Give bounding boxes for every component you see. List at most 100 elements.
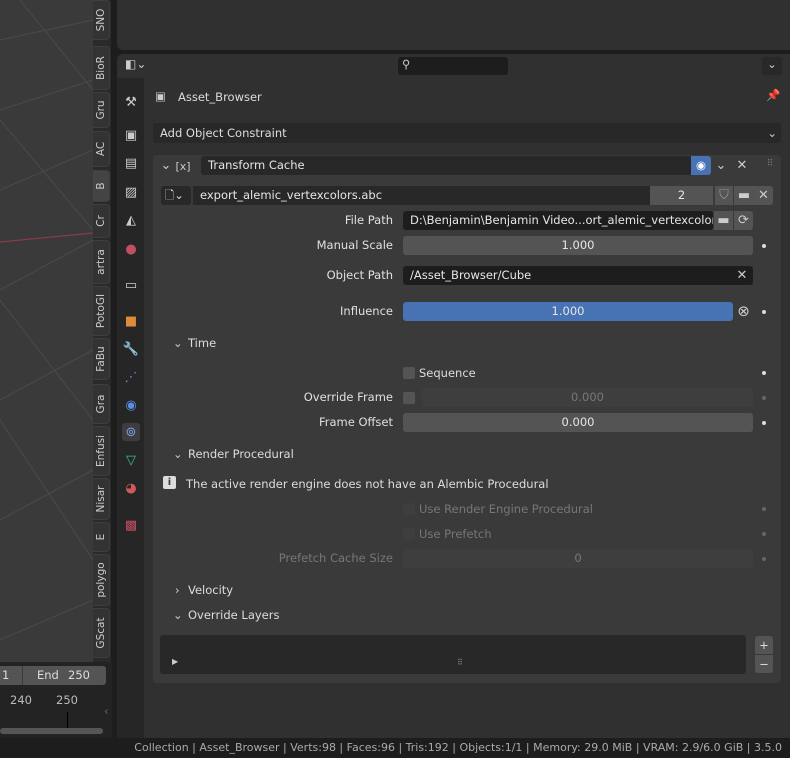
keyframe-dot[interactable] [762, 371, 766, 375]
use-render-procedural-checkbox[interactable] [403, 503, 415, 515]
collection-icon[interactable]: ▭ [122, 276, 140, 294]
add-layer-button[interactable]: + [755, 636, 773, 654]
tab-gru[interactable]: Gru [93, 92, 110, 128]
manual-scale-slider[interactable]: 1.000 [403, 236, 753, 255]
view-layer-icon[interactable]: ▨ [122, 183, 140, 201]
unlink-icon[interactable]: ✕ [754, 186, 773, 205]
clear-object-path-icon[interactable]: ✕ [735, 266, 749, 285]
file-path-input[interactable]: D:\Benjamin\Benjamin Video...ort_alemic_… [403, 211, 713, 230]
timeline-scrollbar[interactable] [0, 728, 103, 734]
frame-range[interactable]: 1 End 250 [0, 666, 106, 685]
modifier-icon[interactable]: 🔧 [122, 340, 140, 358]
object-path-input[interactable]: /Asset_Browser/Cube [403, 266, 753, 285]
tab-sno[interactable]: SNO [93, 0, 110, 40]
3d-viewport[interactable] [0, 0, 93, 662]
scene-icon[interactable]: ◭ [122, 211, 140, 229]
influence-slider[interactable]: 1.000 [403, 302, 733, 321]
tab-e[interactable]: E [93, 522, 110, 552]
chevron-down-icon: ⌄ [767, 126, 777, 140]
keyframe-dot[interactable] [762, 507, 766, 511]
expand-triangle-icon[interactable]: ▶ [172, 657, 178, 666]
keyframe-dot[interactable] [762, 310, 766, 314]
override-frame-checkbox[interactable] [403, 392, 415, 404]
chevron-down-icon: ⌄ [173, 608, 183, 622]
properties-header: ◧⌄ ⚲ ⌄ [117, 54, 790, 78]
delete-constraint-icon[interactable]: ✕ [735, 156, 749, 175]
time-subpanel-header[interactable]: ⌄ Time [153, 332, 781, 354]
override-layers-header[interactable]: ⌄ Override Layers [153, 604, 781, 626]
object-path-label: Object Path [326, 268, 393, 282]
manual-scale-label: Manual Scale [316, 238, 393, 252]
material-icon[interactable]: ◕ [122, 479, 140, 497]
render-procedural-header[interactable]: ⌄ Render Procedural [153, 443, 781, 465]
reload-icon[interactable]: ⟳ [734, 211, 753, 230]
tab-polygo[interactable]: polygo [93, 554, 110, 606]
tab-potogi[interactable]: PotoGI [93, 286, 110, 336]
remove-layer-button[interactable]: − [755, 655, 773, 673]
tab-cr[interactable]: Cr [93, 204, 110, 238]
tick-label: 240 [10, 693, 32, 707]
output-icon[interactable]: ▤ [122, 154, 140, 172]
constraint-icon[interactable]: ⊚ [122, 423, 140, 441]
sequence-checkbox[interactable] [403, 367, 415, 379]
add-constraint-dropdown[interactable]: Add Object Constraint ⌄ [153, 123, 781, 143]
tab-b[interactable]: B [93, 170, 110, 202]
collapse-arrow-icon[interactable]: ‹ [104, 704, 109, 718]
start-frame[interactable]: 1 [2, 666, 9, 685]
constraint-menu-chevron-icon[interactable]: ⌄ [714, 156, 728, 175]
keyframe-dot[interactable] [762, 396, 766, 400]
tab-nisar[interactable]: Nisar [93, 478, 110, 520]
physics-icon[interactable]: ◉ [122, 396, 140, 414]
tab-fabu[interactable]: FaBu [93, 338, 110, 380]
frame-offset-label: Frame Offset [318, 415, 393, 429]
folder-icon[interactable]: ▬ [714, 211, 733, 230]
timeline[interactable]: 1 End 250 240 250 ‹ [0, 662, 112, 738]
file-path-label: File Path [344, 213, 393, 227]
drag-grip-icon[interactable]: ⠿ [762, 155, 778, 174]
object-icon[interactable]: ■ [122, 312, 140, 330]
override-frame-label: Override Frame [303, 390, 393, 404]
layers-list[interactable]: ▶ ⠿ [160, 635, 746, 674]
constraint-name-input[interactable]: Transform Cache [201, 156, 691, 175]
keyframe-dot[interactable] [762, 557, 766, 561]
tab-bior[interactable]: BioR [93, 46, 110, 90]
override-frame-input[interactable]: 0.000 [422, 388, 753, 407]
particles-icon[interactable]: ⋰ [122, 368, 140, 386]
texture-icon[interactable]: ▩ [122, 516, 140, 534]
folder-icon[interactable]: ▬ [734, 186, 754, 205]
resize-grip-icon[interactable]: ⠿ [457, 658, 463, 667]
chevron-down-icon: ⌄ [173, 447, 183, 461]
tab-artra[interactable]: artra [93, 240, 110, 284]
info-message: The active render engine does not have a… [186, 477, 549, 491]
world-icon[interactable]: ● [122, 240, 140, 258]
search-input[interactable]: ⚲ [398, 57, 508, 75]
keyframe-dot[interactable] [762, 421, 766, 425]
collapse-chevron-icon[interactable]: ⌄ [160, 156, 172, 175]
tab-gscat[interactable]: GScat [93, 608, 110, 658]
frame-offset-input[interactable]: 0.000 [403, 413, 753, 432]
disable-keep-transform-icon[interactable]: ⊗ [734, 302, 753, 321]
velocity-header[interactable]: › Velocity [153, 579, 781, 601]
tab-ac[interactable]: AC [93, 131, 110, 167]
use-prefetch-checkbox[interactable] [403, 528, 415, 540]
keyframe-dot[interactable] [762, 244, 766, 248]
users-count[interactable]: 2 [650, 186, 713, 205]
tab-gra[interactable]: Gra [93, 384, 110, 424]
data-icon[interactable]: ▽ [122, 451, 140, 469]
cache-file-name[interactable]: export_alemic_vertexcolors.abc [193, 186, 650, 205]
prefetch-size-input[interactable]: 0 [403, 549, 753, 568]
pin-icon[interactable]: 📌 [766, 88, 780, 102]
info-icon: i [163, 476, 176, 489]
fake-user-shield-icon[interactable]: ⛉ [715, 186, 733, 205]
cache-file-browse[interactable]: 🗋⌄ [161, 186, 191, 205]
visibility-eye-icon[interactable]: ◉ [691, 156, 711, 175]
tool-icon[interactable]: ⚒ [122, 93, 140, 111]
editor-type-dropdown[interactable]: ◧⌄ [125, 57, 155, 75]
options-dropdown[interactable]: ⌄ [762, 57, 782, 75]
render-icon[interactable]: ▣ [122, 126, 140, 144]
keyframe-dot[interactable] [762, 532, 766, 536]
tab-enfusi[interactable]: Enfusi [93, 426, 110, 476]
end-frame[interactable]: 250 [68, 666, 90, 685]
search-icon: ⚲ [402, 57, 411, 71]
viewport-grid [0, 0, 93, 641]
